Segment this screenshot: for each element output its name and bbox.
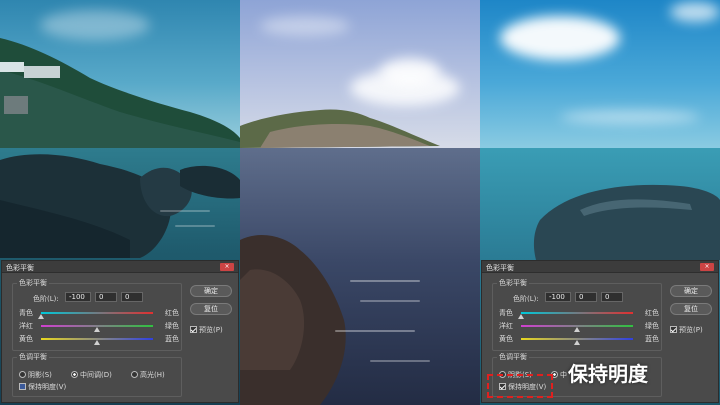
group-label: 色彩平衡 xyxy=(17,278,49,288)
slider-thumb[interactable] xyxy=(574,327,580,332)
slider-label-left: 洋红 xyxy=(499,322,513,330)
slider-track xyxy=(521,312,633,314)
color-balance-dialog-left: 色彩平衡 × 色彩平衡 色阶(L): -100 0 0 青色 红色 洋红 绿色 … xyxy=(1,260,239,403)
radio-label: 中 xyxy=(560,371,567,379)
checkbox-box xyxy=(670,326,677,333)
color-balance-group: 色彩平衡 色阶(L): -100 0 0 青色 红色 洋红 绿色 黄色 蓝色 xyxy=(492,278,662,351)
cloud xyxy=(560,110,700,124)
slider-cyan-red[interactable]: 青色 红色 xyxy=(499,308,659,319)
slider-thumb[interactable] xyxy=(94,327,100,332)
group-label: 色调平衡 xyxy=(17,352,49,362)
slider-label-left: 青色 xyxy=(499,309,513,317)
close-button[interactable]: × xyxy=(700,263,714,271)
slider-label-right: 红色 xyxy=(165,309,179,317)
checkbox-box xyxy=(190,326,197,333)
wave xyxy=(350,280,420,282)
radio-dot xyxy=(19,371,26,378)
wave xyxy=(370,360,430,362)
ok-button[interactable]: 确定 xyxy=(190,285,232,297)
callout-text: 保持明度 xyxy=(568,362,648,386)
reset-button[interactable]: 复位 xyxy=(670,303,712,315)
radio-midtones[interactable]: 中间调(D) xyxy=(71,370,112,380)
radio-dot xyxy=(71,371,78,378)
level-input-magenta-green[interactable]: 0 xyxy=(575,292,597,302)
wave xyxy=(160,210,210,212)
level-input-yellow-blue[interactable]: 0 xyxy=(601,292,623,302)
level-input-magenta-green[interactable]: 0 xyxy=(95,292,117,302)
slider-label-right: 绿色 xyxy=(165,322,179,330)
highlight-box xyxy=(487,374,553,398)
slider-thumb[interactable] xyxy=(94,340,100,345)
slider-label-left: 青色 xyxy=(19,309,33,317)
radio-highlights[interactable]: 高光(H) xyxy=(131,370,165,380)
color-balance-group: 色彩平衡 色阶(L): -100 0 0 青色 红色 洋红 绿色 黄色 蓝色 xyxy=(12,278,182,351)
checkbox-label: 保持明度(V) xyxy=(28,383,67,391)
slider-label-right: 绿色 xyxy=(645,322,659,330)
cloud xyxy=(670,2,720,22)
checkbox-label: 预览(P) xyxy=(679,326,703,334)
group-label: 色彩平衡 xyxy=(497,278,529,288)
reset-button[interactable]: 复位 xyxy=(190,303,232,315)
checkbox-label: 预览(P) xyxy=(199,326,223,334)
title-bar: 色彩平衡 × xyxy=(2,261,238,273)
title-bar: 色彩平衡 × xyxy=(482,261,718,273)
preview-checkbox[interactable]: 预览(P) xyxy=(190,325,223,335)
radio-label: 中间调(D) xyxy=(80,371,112,379)
tone-radio-row: 阴影(S) 中间调(D) 高光(H) xyxy=(19,370,179,380)
radio-label: 高光(H) xyxy=(140,371,165,379)
tone-balance-group: 色调平衡 阴影(S) 中间调(D) 高光(H) 保持明度(V) xyxy=(12,352,182,397)
level-input-yellow-blue[interactable]: 0 xyxy=(121,292,143,302)
island xyxy=(240,109,440,148)
group-label: 色调平衡 xyxy=(497,352,529,362)
level-input-cyan-red[interactable]: -100 xyxy=(65,292,91,302)
levels-label: 色阶(L): xyxy=(513,295,539,303)
wave xyxy=(335,330,415,332)
radio-dot xyxy=(131,371,138,378)
ok-button[interactable]: 确定 xyxy=(670,285,712,297)
slider-label-right: 红色 xyxy=(645,309,659,317)
radio-midtones[interactable]: 中 xyxy=(551,370,567,380)
slider-thumb[interactable] xyxy=(518,314,524,319)
slider-yellow-blue[interactable]: 黄色 蓝色 xyxy=(19,334,179,345)
slider-magenta-green[interactable]: 洋红 绿色 xyxy=(19,321,179,332)
slider-track xyxy=(41,312,153,314)
cloud xyxy=(500,16,620,60)
center-rock xyxy=(240,235,346,405)
slider-label-right: 蓝色 xyxy=(645,335,659,343)
wave xyxy=(360,300,420,302)
slider-label-left: 黄色 xyxy=(19,335,33,343)
slider-cyan-red[interactable]: 青色 红色 xyxy=(19,308,179,319)
slider-magenta-green[interactable]: 洋红 绿色 xyxy=(499,321,659,332)
levels-label: 色阶(L): xyxy=(33,295,59,303)
slider-thumb[interactable] xyxy=(38,314,44,319)
radio-shadows[interactable]: 阴影(S) xyxy=(19,370,52,380)
wave xyxy=(175,225,215,227)
preserve-luminosity-checkbox[interactable]: 保持明度(V) xyxy=(19,382,66,392)
checkbox-box xyxy=(19,383,26,390)
slider-label-left: 黄色 xyxy=(499,335,513,343)
close-button[interactable]: × xyxy=(220,263,234,271)
coastal-hill xyxy=(0,38,240,160)
radio-label: 阴影(S) xyxy=(28,371,52,379)
slider-label-right: 蓝色 xyxy=(165,335,179,343)
slider-thumb[interactable] xyxy=(574,340,580,345)
dialog-title: 色彩平衡 xyxy=(486,264,514,272)
dialog-title: 色彩平衡 xyxy=(6,264,34,272)
preview-checkbox[interactable]: 预览(P) xyxy=(670,325,703,335)
photo-middle-original xyxy=(240,0,480,405)
slider-label-left: 洋红 xyxy=(19,322,33,330)
slider-yellow-blue[interactable]: 黄色 蓝色 xyxy=(499,334,659,345)
level-input-cyan-red[interactable]: -100 xyxy=(545,292,571,302)
